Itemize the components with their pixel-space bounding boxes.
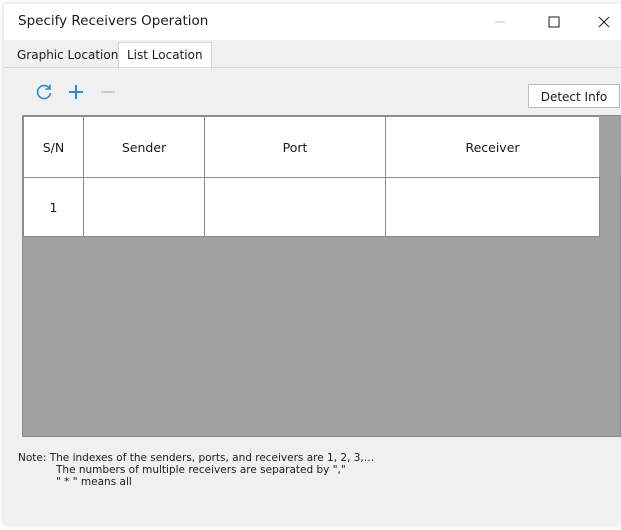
tab-strip: Graphic Location List Location [4,40,621,69]
refresh-icon [36,84,52,100]
cell-port[interactable] [204,177,386,237]
add-row-button[interactable] [62,78,90,106]
header-filler [599,116,621,176]
header-row: S/N Sender Port Receiver [23,116,600,178]
minimize-icon [495,21,505,23]
minimize-button[interactable] [478,4,522,40]
note-text: Note: The indexes of the senders, ports,… [18,452,374,488]
plus-icon [69,85,83,99]
cell-sender[interactable] [83,177,205,237]
close-button[interactable] [582,4,621,40]
receivers-grid[interactable]: S/N Sender Port Receiver 1 [22,115,621,437]
detect-info-button[interactable]: Detect Info [528,84,620,108]
toolbar: Detect Info [4,72,621,112]
maximize-button[interactable] [532,4,576,40]
cell-receiver[interactable] [385,177,600,237]
note-line-2: The numbers of multiple receivers are se… [56,464,346,476]
column-header-sender[interactable]: Sender [83,116,205,178]
close-icon [598,16,610,28]
table-row: 1 [23,177,600,237]
column-header-receiver[interactable]: Receiver [385,116,600,178]
dialog-window: Specify Receivers Operation Graphic Loca… [4,4,621,524]
cell-sn[interactable]: 1 [23,177,84,237]
title-bar: Specify Receivers Operation [4,4,621,40]
receivers-table: S/N Sender Port Receiver 1 [23,116,600,237]
minus-icon [101,91,115,93]
tab-list-location[interactable]: List Location [118,42,212,69]
note-line-3: " * " means all [56,476,132,488]
tab-graphic-location[interactable]: Graphic Location [12,44,123,66]
column-header-sn[interactable]: S/N [23,116,84,178]
refresh-button[interactable] [30,78,58,106]
column-header-port[interactable]: Port [204,116,386,178]
window-title: Specify Receivers Operation [18,13,209,29]
note-line-1: Note: The indexes of the senders, ports,… [18,452,375,464]
maximize-icon [548,16,560,28]
tab-divider [4,67,621,68]
remove-row-button[interactable] [94,78,122,106]
